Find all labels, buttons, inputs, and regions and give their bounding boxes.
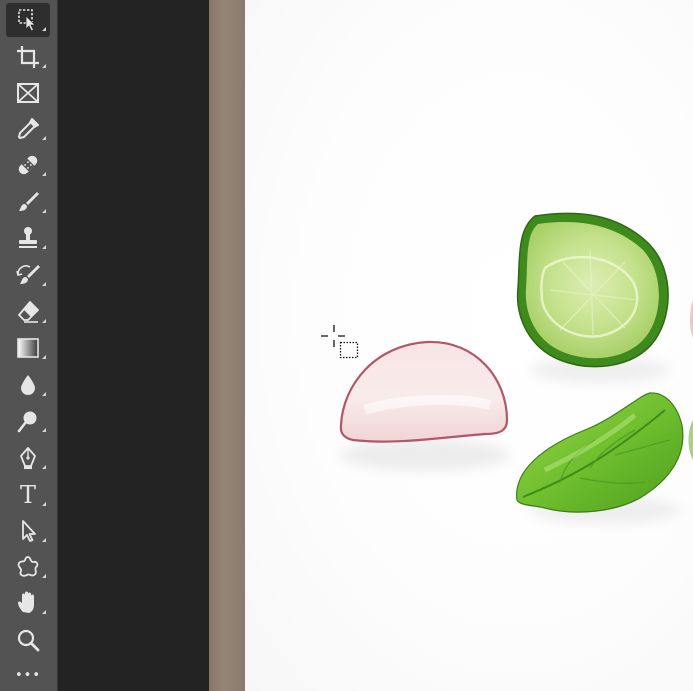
- dodge-icon: [17, 411, 37, 433]
- history-brush-tool[interactable]: [6, 258, 50, 292]
- arrow-icon: [22, 520, 36, 542]
- eyedropper-tool[interactable]: [6, 112, 50, 146]
- tool-group-indicator: [42, 136, 46, 140]
- dodge-tool[interactable]: [6, 404, 50, 438]
- type-tool[interactable]: T: [6, 478, 50, 512]
- history-brush-icon: [16, 265, 40, 284]
- clone-stamp-tool[interactable]: [6, 221, 50, 255]
- eraser-tool[interactable]: [6, 295, 50, 329]
- gradient-icon: [17, 338, 39, 358]
- tool-group-indicator: [42, 319, 46, 323]
- stamp-icon: [19, 227, 37, 248]
- zoom-tool[interactable]: [6, 623, 50, 657]
- radish-slice: [339, 340, 509, 443]
- tool-group-indicator: [42, 428, 46, 432]
- eraser-icon: [18, 301, 39, 323]
- tool-group-indicator: [42, 27, 46, 31]
- crop-tool[interactable]: [6, 40, 50, 74]
- magnifier-icon: [17, 629, 40, 652]
- tool-group-indicator: [42, 355, 46, 359]
- tool-group-indicator: [42, 610, 46, 614]
- tool-group-indicator: [42, 172, 46, 176]
- object-selection-icon: [18, 9, 36, 32]
- brush-tool[interactable]: [6, 185, 50, 219]
- spot-healing-brush-tool[interactable]: [6, 148, 50, 182]
- hand-icon: [18, 591, 34, 613]
- tool-group-indicator: [42, 502, 46, 506]
- path-selection-tool[interactable]: [6, 514, 50, 548]
- tool-group-indicator: [42, 538, 46, 542]
- edit-toolbar-button[interactable]: •••: [6, 660, 50, 690]
- frame-tool[interactable]: [6, 76, 50, 110]
- canvas-image: [321, 212, 693, 524]
- tool-group-indicator: [42, 282, 46, 286]
- object-selection-tool[interactable]: [6, 3, 50, 37]
- crop-icon: [17, 46, 39, 68]
- drop-icon: [21, 375, 35, 395]
- frame-icon: [17, 83, 39, 103]
- document-edge: [209, 0, 245, 691]
- bandage-icon: [18, 155, 38, 175]
- hand-tool[interactable]: [6, 586, 50, 620]
- workspace-background: [58, 0, 209, 691]
- eyedropper-icon: [18, 118, 39, 139]
- tool-group-indicator: [42, 574, 46, 578]
- brush-icon: [19, 192, 39, 211]
- pen-tool[interactable]: [6, 441, 50, 475]
- document-canvas[interactable]: [245, 0, 693, 691]
- object-selection-cursor-icon: [321, 325, 359, 359]
- tool-group-indicator: [42, 465, 46, 469]
- cucumber-slice: [516, 212, 669, 368]
- more-icon: •••: [14, 667, 41, 683]
- custom-shape-icon: [17, 556, 39, 577]
- type-icon: T: [19, 481, 36, 509]
- tool-group-indicator: [42, 245, 46, 249]
- basil-leaf: [516, 392, 684, 513]
- offscreen-object-edge: [688, 420, 693, 460]
- tool-group-indicator: [42, 64, 46, 68]
- tool-group-indicator: [42, 209, 46, 213]
- gradient-tool[interactable]: [6, 331, 50, 365]
- custom-shape-tool[interactable]: [6, 550, 50, 584]
- tool-group-indicator: [42, 392, 46, 396]
- tools-panel: T •••: [0, 0, 58, 691]
- blur-tool[interactable]: [6, 368, 50, 402]
- pen-icon: [20, 447, 36, 469]
